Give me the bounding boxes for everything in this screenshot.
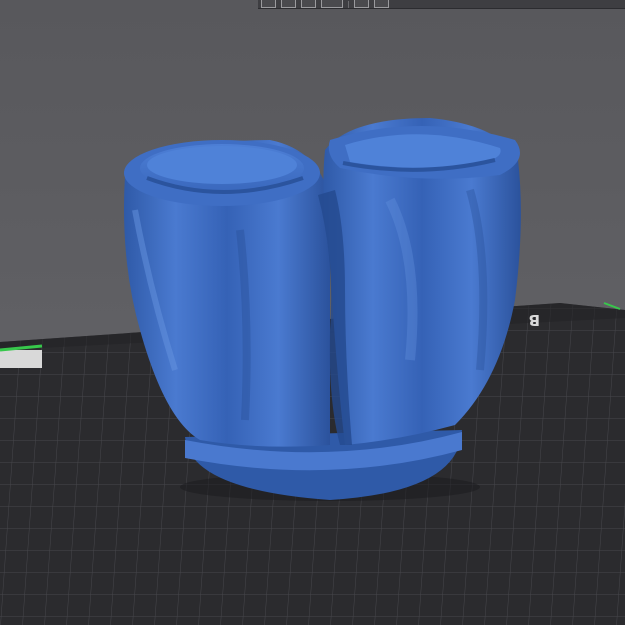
build-scene[interactable]: B (0, 0, 625, 625)
3d-viewport[interactable]: B (0, 0, 625, 625)
bed-label: B (529, 311, 540, 329)
